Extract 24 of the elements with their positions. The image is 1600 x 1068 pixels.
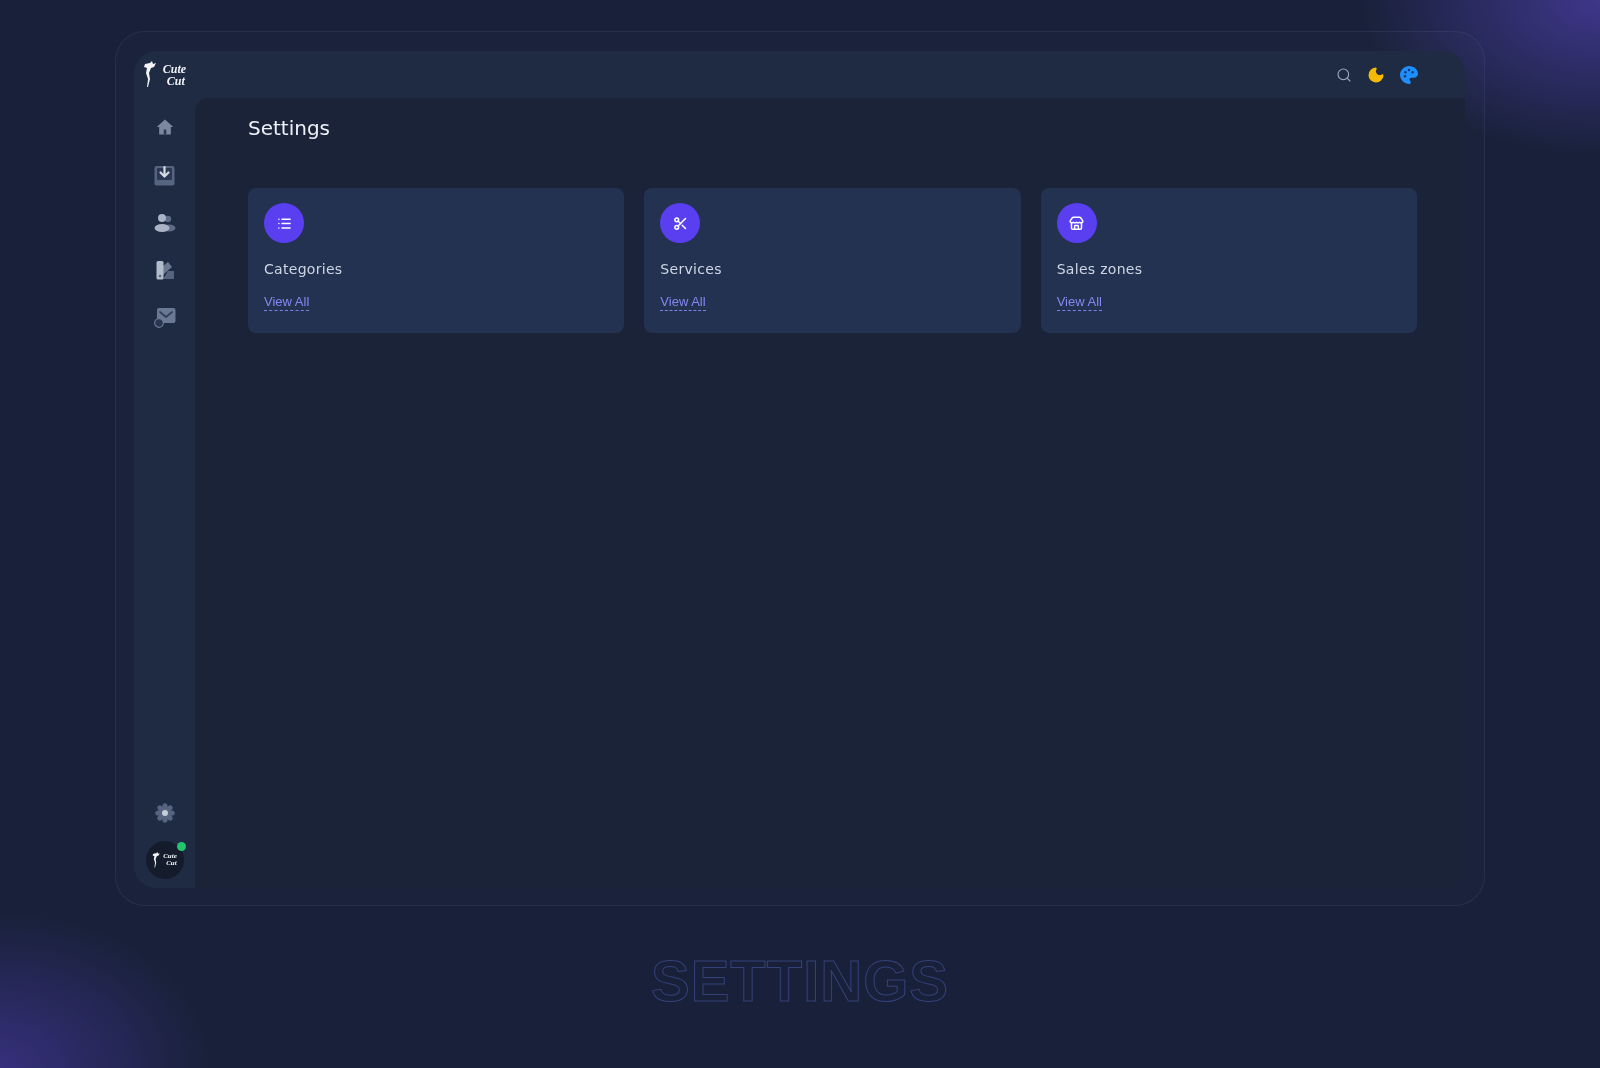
users-icon[interactable]: [153, 213, 176, 233]
home-icon[interactable]: [154, 117, 175, 137]
view-all-link[interactable]: View All: [264, 294, 310, 311]
mail-user-icon[interactable]: [153, 307, 176, 328]
card-title: Categories: [264, 260, 343, 279]
cat-logo-drawing: [142, 61, 158, 88]
logo-text: Cute: [162, 62, 187, 75]
list-icon: [276, 215, 292, 231]
logo-text: Cut: [166, 74, 185, 87]
settings-icon[interactable]: [154, 803, 175, 823]
moon-icon[interactable]: [1367, 65, 1385, 84]
outlined-caption: SETTINGS: [651, 952, 949, 1010]
download-tray-icon[interactable]: [154, 164, 175, 186]
card-title: Services: [660, 260, 722, 279]
view-all-link[interactable]: View All: [1056, 294, 1102, 311]
palette-icon[interactable]: [1400, 65, 1418, 84]
store-icon: [1069, 215, 1085, 231]
search-icon[interactable]: [1336, 66, 1352, 83]
color-swatch-icon[interactable]: [154, 260, 175, 280]
cat-logo-drawing: [152, 852, 162, 868]
scissors-icon: [672, 215, 688, 231]
card-title: Sales zones: [1056, 260, 1143, 279]
view-all-link[interactable]: View All: [660, 294, 706, 311]
page-title: Settings: [248, 116, 331, 140]
